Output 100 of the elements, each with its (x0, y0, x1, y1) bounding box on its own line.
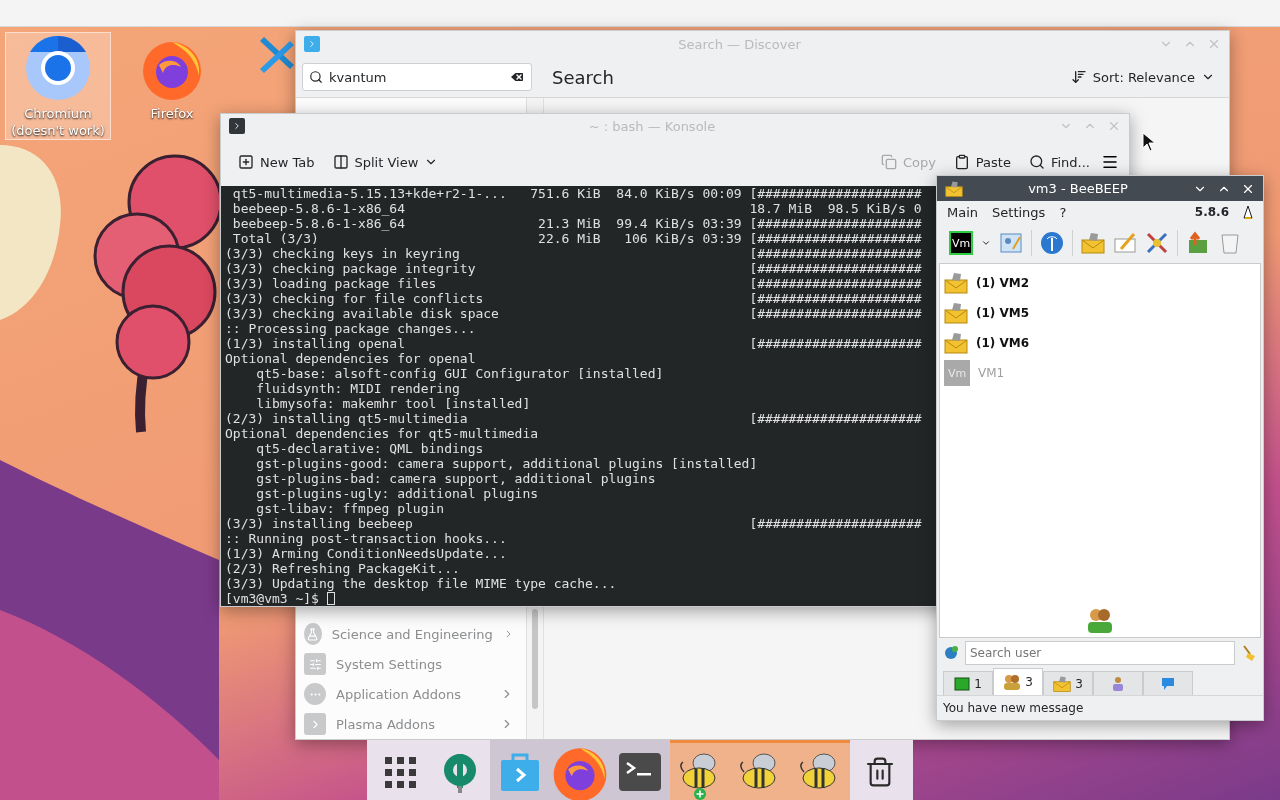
broom-icon[interactable] (1241, 644, 1257, 662)
user-item[interactable]: (1) VM5 (944, 298, 1256, 328)
user-name: VM1 (978, 366, 1005, 380)
user-item[interactable]: (1) VM6 (944, 328, 1256, 358)
upload-icon[interactable] (1186, 231, 1210, 255)
terminal-line: gst-plugins-good: camera support, additional plugins [installed] (255, 456, 759, 471)
icon-label: Firefox (149, 105, 195, 122)
progress-text: [##################### (749, 336, 922, 351)
tab[interactable] (1143, 671, 1193, 695)
progress-text: [##################### (749, 411, 922, 426)
mail-icon (1053, 674, 1072, 693)
menu-item[interactable]: ? (1059, 204, 1067, 220)
terminal-line: qt5-multimedia-5.15.13+kde+r2-1-... 751.6 KiB 84.0 KiB/s 00:09 (231, 186, 743, 201)
terminal-line: Optional dependencies for openal (225, 351, 477, 366)
terminal-icon (619, 752, 661, 791)
toolbar-button[interactable]: New Tab (231, 150, 322, 174)
menu-item[interactable]: Settings (992, 204, 1046, 220)
search-field[interactable]: kvantum (302, 63, 532, 91)
progress-text: [##################### (749, 261, 922, 276)
progress-text: [##################### (749, 186, 922, 201)
toolbar-button[interactable]: Split View (325, 150, 446, 174)
user-item[interactable]: (1) VM2 (944, 268, 1256, 298)
menu-item[interactable]: Main (947, 204, 979, 220)
item-label: Science and Engineering (331, 626, 493, 642)
status-avatar[interactable]: Vm (949, 231, 973, 255)
split-view-icon (332, 154, 349, 170)
tab[interactable] (1093, 671, 1143, 695)
item-label: System Settings (336, 656, 443, 672)
app-grid-icon (383, 754, 417, 789)
sort-button[interactable]: Sort: Relevance (1062, 69, 1223, 85)
chromium-icon (25, 35, 91, 101)
plasma-icon (304, 713, 326, 735)
terminal-line: (2/3) installing qt5-multimedia (225, 411, 469, 426)
new-tab-icon (238, 154, 254, 170)
editor-icon (260, 35, 294, 75)
terminal-line: (3/3) checking available disk space (225, 306, 500, 321)
terminal-line: (3/3) checking keys in keyring (225, 246, 461, 261)
progress-text: [##################### (749, 246, 922, 261)
app-icon (229, 118, 245, 134)
progress-text: [##################### (749, 276, 922, 291)
taskbar-item[interactable] (610, 740, 670, 800)
terminal-line: (1/3) Arming ConditionNeedsUpdate... (225, 546, 508, 561)
terminal-line: qt5-declarative: QML bindings (255, 441, 485, 456)
flask-icon (304, 623, 322, 645)
terminal-line: gst-plugins-ugly: additional plugins (255, 486, 540, 501)
toolbar-button[interactable]: Find... (1021, 150, 1097, 174)
mail-icon (944, 331, 968, 355)
sliders-icon (304, 653, 326, 675)
tab[interactable]: 3 (993, 668, 1043, 695)
tools-icon[interactable] (1145, 231, 1169, 255)
item-label: Application Addons (336, 686, 462, 702)
version-label: 5.8.6 (1194, 205, 1229, 219)
page-heading: Search (552, 66, 615, 88)
scrollbar-thumb[interactable] (532, 609, 538, 709)
app-icon (945, 179, 963, 198)
terminal-line: beebeep-5.8.6-1-x86_64 (231, 201, 406, 216)
terminal-line: (3/3) checking package integrity (225, 261, 477, 276)
terminal-line: Total (3/3) 22.6 MiB 106 KiB/s 03:39 (231, 231, 743, 246)
trash-icon (864, 755, 896, 788)
terminal-line: qt5-base: alsoft-config GUI Configurator [installed] (255, 366, 665, 381)
shopping-bag-icon (499, 751, 541, 792)
tab[interactable]: 3 (1043, 671, 1093, 695)
terminal-line: (1/3) installing openal (225, 336, 406, 351)
shell-prompt: [vm3@vm3 ~]$ (225, 591, 319, 606)
mail-icon (944, 301, 968, 325)
terminal-line: (2/3) Refreshing PackageKit... (225, 561, 461, 576)
terminal-line: gst-plugins-bad: camera support, additional plugins (255, 471, 657, 486)
people-icon (1085, 607, 1115, 633)
user-name: (1) VM2 (976, 276, 1030, 290)
icon-label: Chromium (doesn't work) (10, 105, 106, 139)
user-name: (1) VM6 (976, 336, 1030, 350)
clipboard-icon (953, 154, 970, 170)
caret-icon[interactable] (981, 238, 991, 248)
terminal-line: :: Running post-transaction hooks... (225, 531, 508, 546)
item-label: Plasma Addons (336, 716, 437, 732)
search-field[interactable]: Search user (965, 641, 1235, 665)
chat-icon (1160, 675, 1176, 692)
window-title: vm3 - BeeBEEP (1027, 181, 1129, 196)
terminal-line: :: Processing package changes... (225, 321, 477, 336)
terminal-line: libmysofa: makemhr tool [installed] (255, 396, 532, 411)
profile-icon[interactable] (999, 231, 1023, 255)
progress-text: [##################### (749, 306, 922, 321)
sort-icon (1070, 69, 1087, 85)
toolbar-button[interactable]: Paste (946, 150, 1018, 174)
terminal-line: (3/3) loading package files (225, 276, 438, 291)
edit-icon[interactable] (1113, 231, 1137, 255)
status-text: You have new message (943, 701, 1084, 715)
monitor-icon (954, 676, 971, 691)
tab[interactable]: 1 (943, 671, 993, 695)
mail-icon[interactable] (1081, 231, 1105, 255)
terminal-line: (3/3) installing beebeep (225, 516, 414, 531)
puzzle-icon (943, 645, 959, 661)
taskbar-item[interactable] (790, 740, 850, 800)
taskbar-item[interactable] (670, 740, 730, 800)
menu-icon[interactable] (1101, 153, 1119, 171)
bin-icon[interactable] (1218, 231, 1242, 255)
app-icon (304, 36, 320, 52)
terminal-line: (3/3) checking for file conflicts (225, 291, 485, 306)
network-icon[interactable] (1040, 231, 1064, 255)
mail-icon (944, 271, 968, 295)
